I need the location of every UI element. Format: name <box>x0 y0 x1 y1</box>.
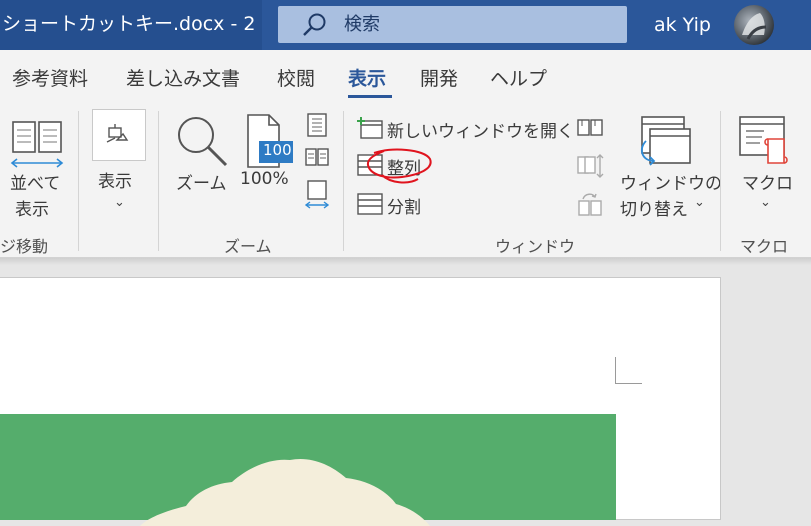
split-label: 分割 <box>387 198 421 218</box>
chevron-down-icon: ⌄ <box>114 195 125 210</box>
macros-label: マクロ <box>742 174 793 194</box>
side-by-side-icon <box>10 121 64 168</box>
document-title-text: ショートカットキー.docx - 2 <box>2 13 256 35</box>
tab-view[interactable]: 表示 <box>348 64 386 91</box>
zoom-100-icon-text: 100 <box>263 141 292 159</box>
magnifier-icon <box>178 117 228 167</box>
tab-developer[interactable]: 開発 <box>420 64 458 91</box>
group-label-zoom: ズーム <box>224 237 272 256</box>
ribbon-shadow <box>0 258 811 265</box>
user-name[interactable]: ak Yip <box>654 0 711 50</box>
chevron-down-icon: ⌄ <box>760 195 771 210</box>
search-placeholder: 検索 <box>344 14 380 35</box>
group-label-page-move: ジ移動 <box>0 237 49 256</box>
one-page-icon[interactable] <box>305 113 329 137</box>
split-icon <box>357 193 383 215</box>
show-icon <box>106 124 129 143</box>
switch-windows-label-1: ウィンドウの <box>620 174 722 194</box>
group-label-macro: マクロ <box>740 237 789 256</box>
group-separator <box>158 111 159 251</box>
document-title[interactable]: ショートカットキー.docx - 2▼ <box>0 0 262 50</box>
multiple-pages-icon[interactable] <box>305 147 329 169</box>
new-window-icon <box>357 117 383 139</box>
document-image-shape <box>140 458 430 526</box>
group-separator <box>78 111 79 251</box>
side-by-side-label-2: 表示 <box>15 200 49 220</box>
show-label: 表示 <box>98 172 132 192</box>
group-separator <box>343 111 344 251</box>
switch-windows-label-2: 切り替え <box>620 200 688 220</box>
search-box[interactable]: 検索 <box>278 6 627 43</box>
synchronous-scrolling-icon <box>577 154 604 178</box>
zoom-100-label: 100% <box>240 169 289 189</box>
tab-mailings[interactable]: 差し込み文書 <box>126 64 240 91</box>
group-separator <box>720 111 721 251</box>
side-by-side-label-1: 並べて <box>10 174 61 194</box>
group-label-window: ウィンドウ <box>495 237 576 256</box>
zoom-label: ズーム <box>176 174 227 194</box>
active-tab-indicator <box>348 95 392 98</box>
search-icon <box>303 13 326 36</box>
avatar[interactable] <box>734 5 774 45</box>
chevron-down-icon: ⌄ <box>694 195 705 210</box>
tab-review[interactable]: 校閲 <box>277 64 315 91</box>
avatar-image <box>742 13 767 40</box>
show-icon-frame <box>92 109 146 161</box>
view-side-by-side-icon[interactable] <box>577 117 603 139</box>
ribbon-tabs: 参考資料 差し込み文書 校閲 表示 開発 ヘルプ <box>0 50 811 105</box>
macro-icon <box>739 116 788 164</box>
ribbon: 並べて 表示 ジ移動 表示 ⌄ ズーム 100 100% ズーム 新しいウィンド… <box>0 105 811 258</box>
switch-windows-icon <box>640 116 691 166</box>
tab-help[interactable]: ヘルプ <box>490 64 547 91</box>
tab-references[interactable]: 参考資料 <box>12 64 88 91</box>
new-window-label: 新しいウィンドウを開く <box>387 122 574 142</box>
page-margin-marker <box>615 357 642 384</box>
reset-window-position-icon <box>578 193 602 216</box>
title-bar: ショートカットキー.docx - 2▼ 検索 ak Yip <box>0 0 811 50</box>
page-width-icon[interactable] <box>305 179 329 209</box>
red-annotation-circle <box>366 148 432 184</box>
